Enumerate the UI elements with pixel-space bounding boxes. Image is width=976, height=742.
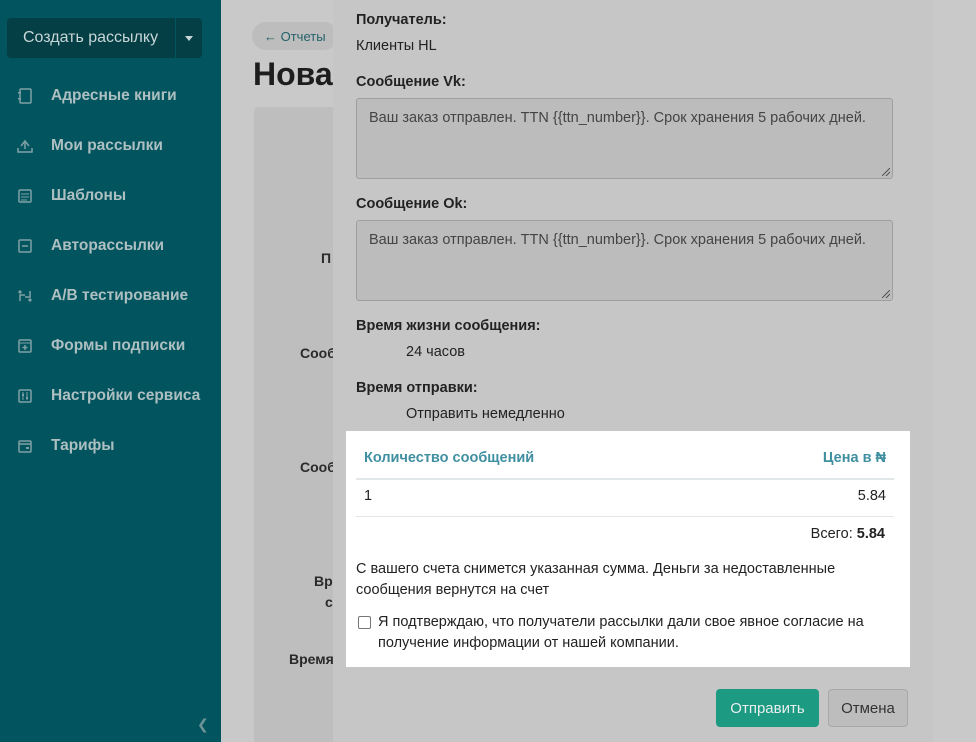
- sidebar-item-templates[interactable]: Шаблоны: [0, 171, 221, 221]
- total-label: Всего:: [810, 526, 853, 542]
- column-header-quantity: Количество сообщений: [364, 450, 535, 466]
- background-label: Время: [289, 651, 334, 667]
- total-value: 5.84: [856, 526, 885, 542]
- vk-message-label: Сообщение Vk:: [356, 74, 466, 90]
- sidebar-item-tariffs[interactable]: Тарифы: [0, 421, 221, 471]
- create-mailing-button[interactable]: Создать рассылку: [7, 18, 202, 58]
- sidebar-item-subscription-forms[interactable]: Формы подписки: [0, 321, 221, 371]
- address-book-icon: [17, 88, 33, 104]
- consent-checkbox[interactable]: [358, 616, 371, 629]
- sidebar-item-address-books[interactable]: Адресные книги: [0, 71, 221, 121]
- sidebar-item-ab-testing[interactable]: A/B тестирование: [0, 271, 221, 321]
- background-label: П: [321, 250, 332, 266]
- sidebar-item-label: A/B тестирование: [51, 287, 189, 304]
- message-lifetime-label: Время жизни сообщения:: [356, 318, 541, 334]
- ok-message-textarea[interactable]: Ваш заказ отправлен. TTN {{ttn_number}}.…: [356, 220, 893, 301]
- collapse-sidebar-icon[interactable]: ❮: [197, 716, 209, 733]
- message-lifetime-value: 24 часов: [406, 344, 465, 360]
- resize-handle-icon[interactable]: [882, 290, 890, 298]
- sidebar-item-label: Шаблоны: [51, 187, 127, 204]
- back-to-reports-link[interactable]: ← Отчеты: [252, 22, 338, 50]
- charge-notice: С вашего счета снимется указанная сумма.…: [356, 561, 836, 598]
- templates-icon: [17, 188, 33, 204]
- cancel-button[interactable]: Отмена: [828, 689, 908, 727]
- ok-message-label: Сообщение Ok:: [356, 196, 468, 212]
- send-time-value: Отправить немедленно: [406, 406, 565, 422]
- message-price: 5.84: [857, 488, 886, 504]
- sidebar-item-service-settings[interactable]: Настройки сервиса: [0, 371, 221, 421]
- create-mailing-dropdown-toggle[interactable]: [175, 18, 202, 58]
- mailings-icon: [17, 138, 33, 154]
- sidebar-item-label: Формы подписки: [51, 337, 186, 354]
- recipient-value: Клиенты HL: [356, 38, 437, 54]
- background-label: с: [325, 594, 333, 610]
- send-time-label: Время отправки:: [356, 380, 478, 396]
- table-row: 1 5.84: [356, 480, 894, 517]
- message-quantity: 1: [364, 488, 373, 504]
- create-mailing-label: Создать рассылку: [23, 29, 159, 46]
- tariffs-icon: [17, 438, 33, 454]
- sidebar-item-label: Авторассылки: [51, 237, 165, 254]
- cost-table-header: Количество сообщений Цена в ₦: [356, 446, 894, 480]
- sidebar-item-label: Мои рассылки: [51, 137, 163, 154]
- sidebar-item-automation[interactable]: Авторассылки: [0, 221, 221, 271]
- sidebar-item-label: Тарифы: [51, 437, 115, 454]
- caret-down-icon: [185, 35, 193, 41]
- column-header-price: Цена в ₦: [822, 450, 886, 466]
- sidebar-item-my-mailings[interactable]: Мои рассылки: [0, 121, 221, 171]
- sidebar-item-label: Адресные книги: [51, 87, 177, 104]
- vk-message-textarea[interactable]: Ваш заказ отправлен. TTN {{ttn_number}}.…: [356, 98, 893, 179]
- subscription-form-icon: [17, 338, 33, 354]
- background-label: Вр: [314, 573, 333, 589]
- background-label: Сооб: [300, 345, 336, 361]
- sidebar-nav: Адресные книги Мои рассылки Шаблоны Авто…: [0, 71, 221, 471]
- automation-icon: [17, 238, 33, 254]
- settings-icon: [17, 388, 33, 404]
- sidebar-item-label: Настройки сервиса: [51, 387, 201, 404]
- consent-label[interactable]: Я подтверждаю, что получатели рассылки д…: [378, 612, 896, 654]
- total-amount: Всего: 5.84: [811, 526, 885, 542]
- consent-row: Я подтверждаю, что получатели рассылки д…: [356, 612, 896, 654]
- ab-test-icon: [17, 288, 33, 304]
- background-label: Сооб: [300, 459, 336, 475]
- resize-handle-icon[interactable]: [882, 168, 890, 176]
- sidebar: Создать рассылку Адресные книги Мои расс…: [0, 0, 221, 742]
- send-button[interactable]: Отправить: [716, 689, 819, 727]
- recipient-label: Получатель:: [356, 12, 447, 28]
- ok-message-text: Ваш заказ отправлен. TTN {{ttn_number}}.…: [369, 232, 866, 248]
- vk-message-text: Ваш заказ отправлен. TTN {{ttn_number}}.…: [369, 110, 866, 126]
- page-title: Нова: [253, 56, 333, 92]
